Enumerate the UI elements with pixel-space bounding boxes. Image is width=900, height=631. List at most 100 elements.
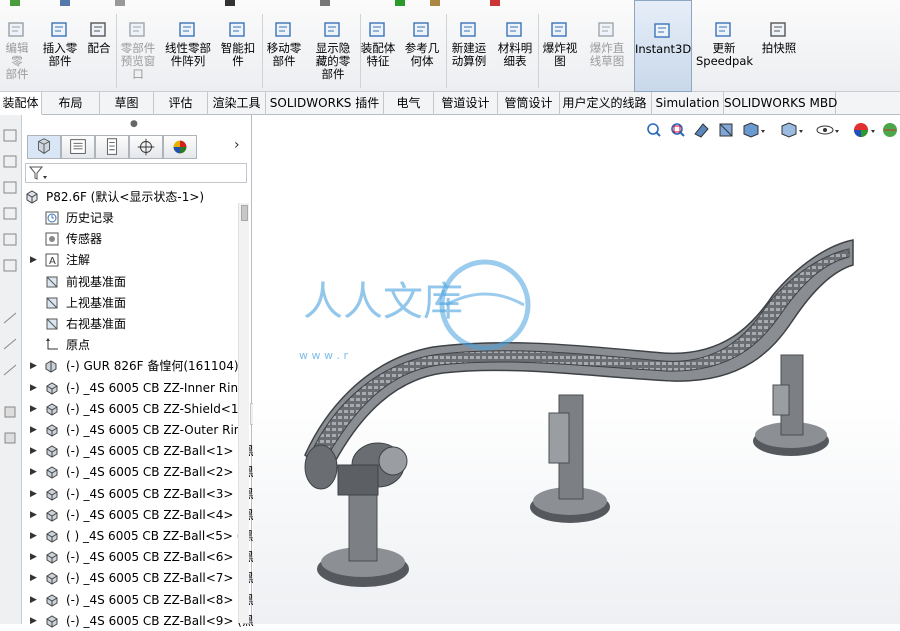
- line-tool-icon[interactable]: [3, 363, 18, 377]
- sketch-tool-icon[interactable]: [3, 181, 18, 195]
- tree-scrollbar[interactable]: [238, 203, 249, 623]
- part-icon: [46, 403, 58, 416]
- tree-item[interactable]: ▶ (-) _4S 6005 CB ZZ-Ball<8> (黑: [22, 590, 254, 610]
- new-motion-study-button[interactable]: 新建运 动算例: [446, 0, 492, 92]
- tree-item[interactable]: ▶ (-) _4S 6005 CB ZZ-Outer Ring: [22, 420, 249, 440]
- chevron-right-icon[interactable]: ›: [234, 137, 240, 153]
- update-speedpak-button[interactable]: 更新 Speedpak: [696, 0, 754, 92]
- tree-filter-field[interactable]: [25, 163, 247, 183]
- tree-item[interactable]: ▶ (-) _4S 6005 CB ZZ-Ball<3> (黑: [22, 484, 254, 504]
- expand-arrow-icon[interactable]: ▶: [30, 590, 40, 610]
- expand-arrow-icon[interactable]: ▶: [30, 399, 40, 419]
- line-tool-icon[interactable]: [3, 337, 18, 351]
- tab-6[interactable]: 电气: [384, 92, 434, 115]
- tab-9[interactable]: 用户定义的线路: [558, 92, 652, 115]
- sketch-tool-icon[interactable]: [3, 155, 18, 169]
- expand-arrow-icon[interactable]: ▶: [30, 462, 40, 482]
- tree-item[interactable]: ▶ ( ) _4S 6005 CB ZZ-Ball<5> (黑: [22, 526, 253, 546]
- tab-11[interactable]: SOLIDWORKS MBD: [724, 92, 837, 115]
- reference-geometry-button[interactable]: 参考几 何体: [400, 0, 444, 92]
- expand-arrow-icon[interactable]: ▶: [30, 356, 40, 376]
- panel-grip-icon[interactable]: ●: [130, 119, 138, 129]
- expand-arrow-icon[interactable]: ▶: [30, 484, 40, 504]
- tab-5[interactable]: SOLIDWORKS 插件: [266, 92, 384, 115]
- tree-item[interactable]: 前视基准面: [22, 272, 236, 292]
- tree-item[interactable]: ▶ (-) _4S 6005 CB ZZ-Ball<7> (黑: [22, 568, 254, 588]
- graphics-area[interactable]: 人人文库 w w w . r: [253, 115, 900, 624]
- tree-item[interactable]: ▶ (-) _4S 6005 CB ZZ-Shield<1>: [22, 399, 249, 419]
- sketch-tool-icon[interactable]: [3, 259, 18, 273]
- show-hidden-button[interactable]: 显示隐 藏的零 部件: [308, 0, 358, 92]
- tab-7[interactable]: 管道设计: [434, 92, 498, 115]
- tree-item[interactable]: ▶ (-) _4S 6005 CB ZZ-Ball<1> (黑: [22, 441, 254, 461]
- linear-pattern-button[interactable]: 线性零部 件阵列: [160, 0, 216, 92]
- insert-components-button[interactable]: 插入零 部件: [38, 0, 82, 92]
- part-icon: [46, 445, 58, 458]
- tree-item[interactable]: 右视基准面: [22, 314, 236, 334]
- expand-arrow-icon[interactable]: ▶: [30, 441, 40, 461]
- configuration-manager-tab-icon[interactable]: [95, 135, 129, 159]
- tab-3[interactable]: 评估: [154, 92, 208, 115]
- display-manager-tab-icon[interactable]: [163, 135, 197, 159]
- tree-item[interactable]: ▶ (-) _4S 6005 CB ZZ-Ball<4> (黑: [22, 505, 254, 525]
- tree-item[interactable]: ▶ (-) _4S 6005 CB ZZ-Ball<9> (黑: [22, 611, 254, 631]
- tree-item[interactable]: 历史记录: [22, 208, 236, 228]
- sketch-tool-icon[interactable]: [3, 207, 18, 221]
- tab-1[interactable]: 布局: [42, 92, 100, 115]
- smart-fasteners-button[interactable]: 智能扣 件: [216, 0, 260, 92]
- tree-item[interactable]: ▶ A 注解: [22, 250, 236, 270]
- tree-item[interactable]: ▶ (-) _4S 6005 CB ZZ-Ball<2> (黑: [22, 462, 254, 482]
- edit-component-label: 编辑零 部件: [5, 41, 29, 81]
- expand-arrow-icon[interactable]: ▶: [30, 378, 40, 398]
- expand-arrow-icon[interactable]: ▶: [30, 526, 40, 546]
- watermark-text: 人人文库: [303, 279, 463, 325]
- tree-item[interactable]: ▶ (-) _4S 6005 CB ZZ-Inner Ring: [22, 378, 246, 398]
- feature-manager-tab-icon[interactable]: [27, 135, 61, 159]
- tab-0[interactable]: 装配体: [0, 92, 42, 115]
- conveyor-assembly-model[interactable]: 人人文库 w w w . r: [253, 115, 900, 624]
- expand-arrow-icon[interactable]: ▶: [30, 250, 40, 270]
- expand-arrow-icon[interactable]: ▶: [30, 420, 40, 440]
- component-preview-button[interactable]: 零部件 预览窗 口: [116, 0, 160, 92]
- tree-item[interactable]: ▶ (-) _4S 6005 CB ZZ-Ball<6> (黑: [22, 547, 254, 567]
- line-tool-icon[interactable]: [3, 311, 18, 325]
- cube-tool-icon[interactable]: [3, 431, 18, 445]
- sketch-tool-icon[interactable]: [3, 233, 18, 247]
- edit-component-button[interactable]: 编辑零 部件: [0, 0, 34, 92]
- exploded-view-button[interactable]: 爆炸视 图: [540, 0, 580, 92]
- mate-button[interactable]: 配合: [84, 0, 114, 92]
- tab-2[interactable]: 草图: [100, 92, 154, 115]
- take-snapshot-button[interactable]: 拍快照: [756, 0, 802, 92]
- property-manager-tab-icon[interactable]: [61, 135, 95, 159]
- tree-item-label: (-) _4S 6005 CB ZZ-Outer Ring: [66, 423, 250, 437]
- assembly-features-button[interactable]: 装配体 特征: [358, 0, 398, 92]
- tree-item[interactable]: 上视基准面: [22, 293, 236, 313]
- tree-item[interactable]: 传感器: [22, 229, 236, 249]
- bom-button[interactable]: 材料明 细表: [494, 0, 536, 92]
- update-speedpak-label: 更新 Speedpak: [696, 41, 754, 68]
- insert-components-label: 插入零 部件: [42, 41, 78, 68]
- tree-item-label: (-) _4S 6005 CB ZZ-Ball<2> (黑: [66, 465, 254, 480]
- tree-root-assembly[interactable]: P82.6F (默认<显示状态-1>): [22, 187, 236, 207]
- tab-10[interactable]: Simulation: [652, 92, 724, 115]
- tree-item[interactable]: ▶ (-) GUR 826F 备惶何(161104)<: [22, 356, 249, 376]
- expand-arrow-icon[interactable]: ▶: [30, 547, 40, 567]
- expand-arrow-icon[interactable]: ▶: [30, 611, 40, 631]
- left-tool-column: [0, 115, 22, 624]
- expand-arrow-icon[interactable]: ▶: [30, 505, 40, 525]
- dimxpert-tab-icon[interactable]: [129, 135, 163, 159]
- tree-item-label: (-) _4S 6005 CB ZZ-Ball<6> (黑: [66, 550, 254, 565]
- instant3d-button[interactable]: Instant3D: [634, 0, 692, 92]
- tab-4[interactable]: 渲染工具: [208, 92, 266, 115]
- scrollbar-thumb[interactable]: [241, 205, 248, 221]
- tab-8[interactable]: 管筒设计: [498, 92, 560, 115]
- sketch-tool-icon[interactable]: [3, 129, 18, 143]
- cube-tool-icon[interactable]: [3, 405, 18, 419]
- new-motion-study-label: 新建运 动算例: [451, 41, 487, 68]
- expand-arrow-icon[interactable]: ▶: [30, 568, 40, 588]
- tree-item[interactable]: 原点: [22, 335, 236, 355]
- move-component-button[interactable]: 移动零 部件: [262, 0, 306, 92]
- tree-item-label: (-) _4S 6005 CB ZZ-Ball<7> (黑: [66, 571, 254, 586]
- filter-icon[interactable]: [28, 166, 48, 181]
- explode-line-sketch-button[interactable]: 爆炸直 线草图: [582, 0, 632, 92]
